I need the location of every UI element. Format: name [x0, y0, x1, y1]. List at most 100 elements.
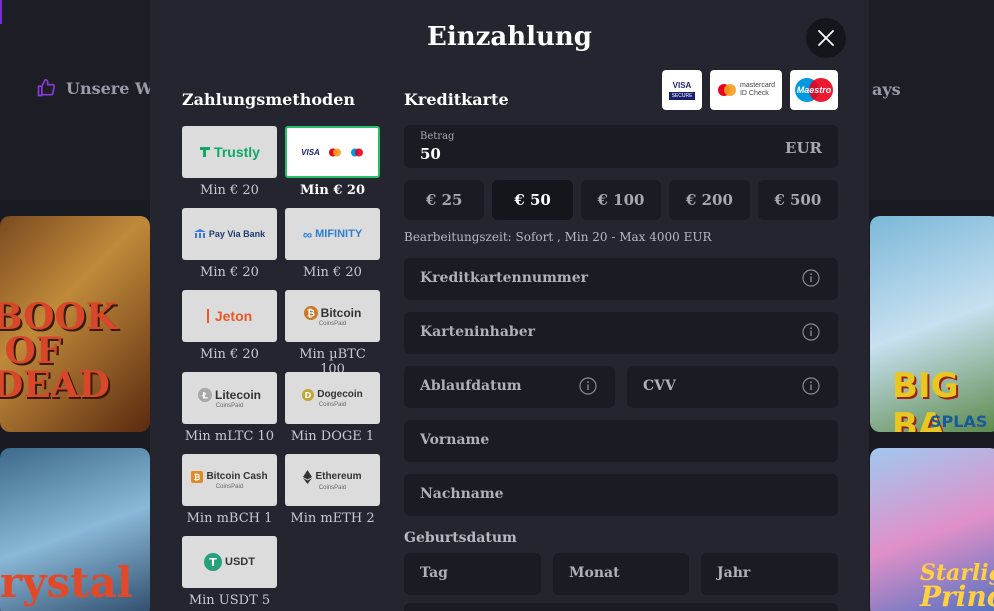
svg-text:₿: ₿ [194, 473, 201, 482]
game-tile-title: rystal [0, 558, 133, 607]
amount-field[interactable]: Betrag 50 EUR [404, 125, 838, 168]
processing-time-text: Bearbeitungszeit: Sofort , Min 20 - Max … [404, 230, 712, 244]
visa-secure-logo: VISA SECURE [662, 70, 702, 110]
game-tile-big-bass-splash[interactable]: BIG BA SPLAS [870, 216, 994, 432]
payment-method-tile[interactable]: Trustly [182, 126, 277, 178]
payment-method-bitcoin[interactable]: ₿ Bitcoin CoinsPaid Min µBTC 100 [285, 290, 380, 377]
svg-text:T: T [209, 556, 217, 569]
payment-method-min: Min € 20 [303, 265, 362, 280]
amount-value[interactable]: 50 [420, 145, 441, 163]
payment-method-dogecoin[interactable]: D Dogecoin CoinsPaid Min DOGE 1 [285, 372, 380, 444]
payment-method-litecoin[interactable]: Ł Litecoin CoinsPaid Min mLTC 10 [182, 372, 277, 444]
bitcoin-icon: ₿ [303, 305, 318, 320]
coinspaid-label: CoinsPaid [318, 484, 347, 491]
nav-item-left[interactable]: Unsere Wa [36, 78, 162, 98]
dob-day-field[interactable]: Tag [404, 553, 541, 595]
coinspaid-label: CoinsPaid [318, 401, 347, 408]
game-tile-crystal[interactable]: rystal [0, 448, 150, 611]
litecoin-icon: Ł [197, 387, 212, 402]
payment-method-tile[interactable]: Ethereum CoinsPaid [285, 454, 380, 506]
ethereum-logo: Ethereum [303, 469, 362, 484]
payment-method-tile[interactable]: D Dogecoin CoinsPaid [285, 372, 380, 424]
card-holder-field[interactable]: Karteninhaber [404, 312, 838, 354]
preset-button-25[interactable]: € 25 [404, 180, 485, 220]
game-tile-title: BOOK OF DEAD [0, 296, 118, 406]
first-name-field[interactable]: Vorname [404, 420, 838, 462]
trustly-icon [200, 147, 211, 157]
payment-method-pay-via-bank[interactable]: Pay Via Bank Min € 20 [182, 208, 277, 280]
expiry-placeholder: Ablaufdatum [420, 378, 522, 394]
mastercard-icon [717, 84, 736, 96]
creditcard-title: Kreditkarte [404, 90, 509, 109]
payment-method-tile[interactable]: Ł Litecoin CoinsPaid [182, 372, 277, 424]
nav-item-left-label: Unsere Wa [66, 78, 162, 98]
payment-method-tile[interactable]: VISA [285, 126, 380, 178]
cvv-field[interactable]: CVV [627, 366, 838, 408]
mifinity-logo: ∞ MIFINITY [302, 226, 363, 242]
expiry-field[interactable]: Ablaufdatum [404, 366, 615, 408]
card-logos: VISA SECURE mastercard ID Check Maestro [662, 70, 838, 110]
preset-button-100[interactable]: € 100 [580, 180, 662, 220]
payment-method-ethereum[interactable]: Ethereum CoinsPaid Min mETH 2 [285, 454, 380, 526]
deposit-modal: Einzahlung Zahlungsmethoden Kreditkarte … [150, 0, 869, 611]
preset-button-500[interactable]: € 500 [757, 180, 839, 220]
ethereum-icon [303, 469, 313, 484]
last-name-field[interactable]: Nachname [404, 474, 838, 516]
payment-method-tile[interactable]: Jeton [182, 290, 277, 342]
dob-month-placeholder: Monat [569, 565, 620, 581]
usdt-logo: T USDT [204, 553, 255, 571]
maestro-logo: Maestro [790, 70, 838, 110]
payment-method-usdt[interactable]: T USDT Min USDT 5 [182, 536, 277, 608]
last-name-placeholder: Nachname [420, 486, 504, 502]
svg-text:₿: ₿ [307, 307, 315, 319]
dob-month-field[interactable]: Monat [553, 553, 689, 595]
dob-year-field[interactable]: Jahr [701, 553, 838, 595]
mastercard-id-check-logo: mastercard ID Check [710, 70, 782, 110]
dogecoin-logo: D Dogecoin [302, 388, 363, 401]
game-tile-starlight-princess[interactable]: Starlig Princ [870, 448, 994, 611]
game-tile-subtitle: SPLAS [930, 412, 988, 431]
next-field[interactable] [404, 603, 838, 611]
info-icon[interactable] [802, 377, 820, 395]
payment-method-tile[interactable]: ∞ MIFINITY [285, 208, 380, 260]
payment-method-creditcard[interactable]: VISA Min € 20 [285, 126, 380, 198]
background-accent [0, 0, 2, 24]
payment-method-trustly[interactable]: Trustly Min € 20 [182, 126, 277, 198]
payment-method-jeton[interactable]: Jeton Min € 20 [182, 290, 277, 362]
payment-method-tile[interactable]: T USDT [182, 536, 277, 588]
nav-item-right-label[interactable]: ays [872, 80, 901, 99]
amount-label: Betrag [420, 131, 455, 142]
bitcoin-cash-icon: ₿ [191, 470, 204, 483]
game-tile-book-of-dead[interactable]: BOOK OF DEAD [0, 216, 150, 432]
payment-method-tile[interactable]: Pay Via Bank [182, 208, 277, 260]
payment-method-mifinity[interactable]: ∞ MIFINITY Min € 20 [285, 208, 380, 280]
payment-method-tile[interactable]: ₿ Bitcoin Cash CoinsPaid [182, 454, 277, 506]
payment-method-min: Min € 20 [200, 347, 259, 362]
preset-button-200[interactable]: € 200 [669, 180, 750, 220]
info-icon[interactable] [579, 377, 597, 395]
litecoin-logo: Ł Litecoin [197, 387, 261, 402]
svg-text:Ł: Ł [201, 391, 208, 401]
svg-text:D: D [305, 391, 312, 400]
close-button[interactable] [806, 18, 846, 58]
trustly-logo: Trustly [199, 144, 260, 160]
thumbs-up-icon [37, 78, 56, 97]
info-icon[interactable] [802, 323, 820, 341]
maestro-icon [350, 148, 363, 156]
first-name-placeholder: Vorname [420, 432, 490, 448]
jeton-logo: Jeton [206, 308, 252, 324]
modal-title: Einzahlung [427, 22, 592, 52]
bank-icon [193, 229, 206, 238]
preset-button-50[interactable]: € 50 [492, 180, 573, 220]
bitcoin-cash-logo: ₿ Bitcoin Cash [191, 470, 268, 483]
creditcard-logos: VISA [301, 148, 364, 157]
card-number-field[interactable]: Kreditkartennummer [404, 258, 838, 300]
payment-method-bitcoin-cash[interactable]: ₿ Bitcoin Cash CoinsPaid Min mBCH 1 [182, 454, 277, 526]
dob-day-placeholder: Tag [420, 565, 448, 581]
pay-via-bank-logo: Pay Via Bank [193, 229, 265, 239]
info-icon[interactable] [802, 269, 820, 287]
payment-method-tile[interactable]: ₿ Bitcoin CoinsPaid [285, 290, 380, 342]
coinspaid-label: CoinsPaid [318, 320, 347, 327]
card-number-placeholder: Kreditkartennummer [420, 270, 588, 286]
close-icon [818, 30, 834, 46]
